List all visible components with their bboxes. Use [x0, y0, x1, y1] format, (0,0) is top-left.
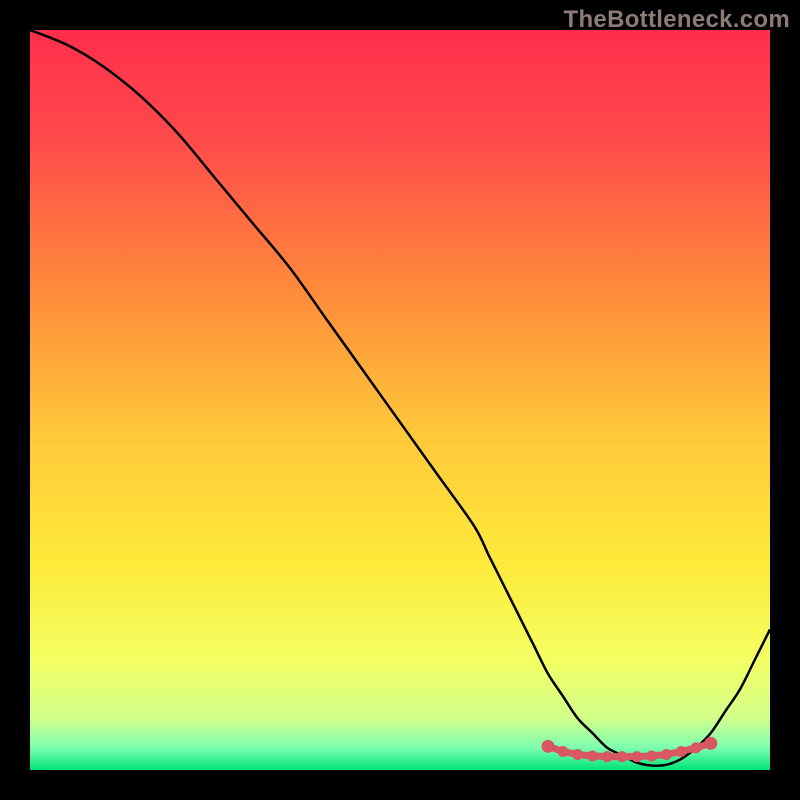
chart-svg [30, 30, 770, 770]
chart-stage: TheBottleneck.com [0, 0, 800, 800]
optimal-marker [704, 737, 717, 750]
watermark-text: TheBottleneck.com [564, 6, 790, 34]
plot-area [30, 30, 770, 770]
gradient-background [30, 30, 770, 770]
